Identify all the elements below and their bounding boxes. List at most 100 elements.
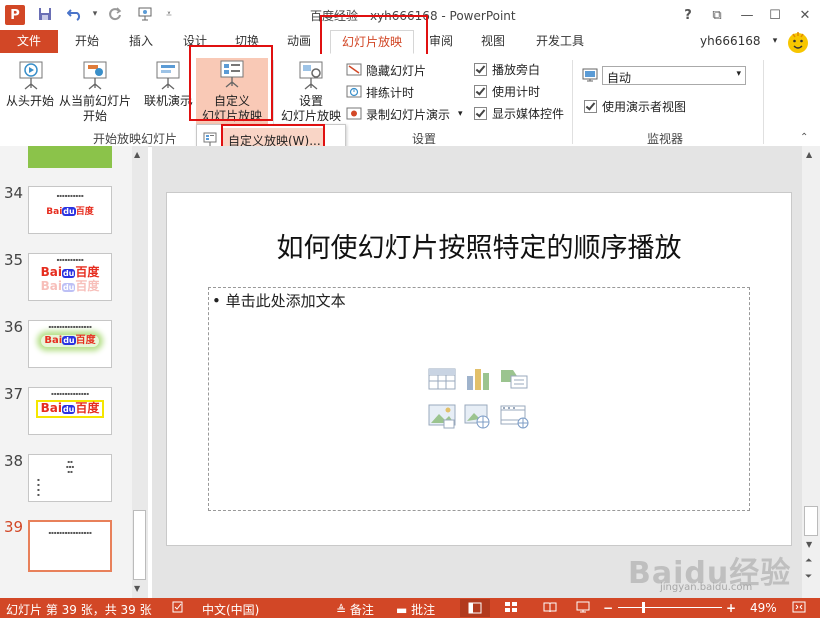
rehearse-timings-button[interactable]: 排练计时: [346, 83, 414, 101]
language-status[interactable]: 中文(中国): [202, 601, 259, 618]
undo-dropdown-icon[interactable]: ▾: [86, 5, 104, 23]
slide-number-selected: 39: [4, 518, 24, 536]
insert-chart-icon[interactable]: [464, 366, 492, 392]
collapse-ribbon-icon[interactable]: ⌃: [800, 132, 808, 143]
tab-home[interactable]: 开始: [64, 30, 110, 53]
slide-thumbnail-38[interactable]: ▪▪ ▪▪▪ ▪▪ ▪ ▪ ▪ ▪: [28, 454, 112, 502]
present-online-button[interactable]: 联机演示: [140, 58, 196, 126]
insert-picture-icon[interactable]: [428, 403, 456, 429]
zoom-in-icon[interactable]: +: [726, 601, 736, 615]
powerpoint-logo-icon[interactable]: P: [5, 5, 25, 25]
baidu-logo-icon: Baidu百度: [44, 335, 96, 346]
notes-button[interactable]: ≜ 备注: [336, 601, 374, 618]
use-timings-label: 使用计时: [492, 84, 541, 99]
zoom-slider[interactable]: [618, 607, 722, 608]
record-dropdown-icon[interactable]: ▾: [458, 109, 463, 119]
ribbon-display-options-icon[interactable]: ⧉: [706, 5, 728, 25]
fit-slide-to-window-icon[interactable]: [792, 601, 806, 616]
zoom-out-icon[interactable]: −: [603, 601, 613, 615]
save-icon[interactable]: [36, 5, 54, 23]
avatar[interactable]: [786, 30, 810, 54]
spell-check-icon[interactable]: [172, 601, 184, 616]
thumbnail-scroll-up-icon[interactable]: ▲: [134, 150, 140, 159]
slide-number: 34: [4, 184, 24, 202]
slide-title[interactable]: 如何使幻灯片按照特定的顺序播放: [166, 226, 792, 265]
maximize-icon[interactable]: ☐: [764, 5, 786, 25]
comments-label: 批注: [411, 603, 436, 617]
baidu-logo-icon: Baidu百度: [40, 401, 100, 415]
insert-online-picture-icon[interactable]: [464, 403, 492, 429]
tab-insert[interactable]: 插入: [118, 30, 164, 53]
monitor-select-value: 自动: [607, 71, 632, 85]
zoom-slider-thumb[interactable]: [642, 602, 645, 613]
slide-thumbnail-37[interactable]: ▪▪▪▪▪▪▪▪▪▪▪▪▪▪ Baidu百度: [28, 387, 112, 435]
slide-thumbnail-33-partial[interactable]: [28, 146, 112, 168]
main-scroll-up-icon[interactable]: ▲: [806, 150, 812, 159]
customize-qat-icon[interactable]: ⩡: [160, 5, 178, 23]
insert-table-icon[interactable]: [428, 367, 456, 391]
previous-slide-icon[interactable]: ⏶: [805, 556, 812, 566]
comments-button[interactable]: ▬ 批注: [396, 601, 435, 618]
zoom-level[interactable]: 49%: [750, 601, 777, 615]
baidu-logo-icon: Baidu百度: [46, 207, 94, 217]
insert-smartart-icon[interactable]: [499, 367, 529, 391]
presenter-view-checkbox[interactable]: 使用演示者视图: [584, 98, 686, 114]
main-scroll-thumb[interactable]: [804, 506, 818, 536]
account-name[interactable]: yh666168: [700, 30, 766, 53]
slide-show-view-icon[interactable]: [576, 601, 590, 616]
show-media-controls-check-icon: [474, 106, 487, 120]
record-slide-show-label: 录制幻灯片演示: [366, 107, 451, 122]
play-narrations-label: 播放旁白: [492, 62, 541, 77]
account-dropdown-icon[interactable]: ▾: [770, 30, 780, 53]
use-timings-checkbox[interactable]: 使用计时: [474, 83, 540, 99]
from-current-slide-button[interactable]: 从当前幻灯片 开始: [58, 58, 132, 126]
tab-view[interactable]: 视图: [470, 30, 516, 53]
baidu-watermark-url: jingyan.baidu.com: [660, 582, 753, 593]
thumbnail-scroll-down-icon[interactable]: ▼: [134, 584, 140, 593]
notes-icon: ≜: [336, 603, 347, 617]
main-scroll-down-icon[interactable]: ▼: [806, 540, 812, 549]
hide-slide-button[interactable]: 隐藏幻灯片: [346, 61, 426, 79]
ribbon-group-separator: [572, 60, 573, 144]
show-media-controls-label: 显示媒体控件: [492, 106, 565, 121]
normal-view-button[interactable]: [460, 599, 490, 617]
help-icon[interactable]: ?: [677, 5, 699, 25]
from-beginning-button[interactable]: 从头开始: [2, 58, 58, 126]
tab-file[interactable]: 文件: [0, 30, 58, 53]
undo-icon[interactable]: [66, 5, 84, 23]
record-slide-show-button[interactable]: 录制幻灯片演示 ▾: [346, 105, 463, 123]
comments-icon: ▬: [396, 603, 408, 617]
tab-animations[interactable]: 动画: [276, 30, 322, 53]
presenter-view-check-icon: [584, 99, 597, 113]
next-slide-icon[interactable]: ⏷: [805, 572, 812, 582]
slide-number: 36: [4, 318, 24, 336]
slide-thumbnail-36[interactable]: ▪▪▪▪▪▪▪▪▪▪▪▪▪▪▪▪ Baidu百度: [28, 320, 112, 368]
monitor-icon: [582, 67, 598, 83]
monitor-select[interactable]: 自动 ▾: [602, 66, 746, 85]
slide-thumbnail-34[interactable]: ▪▪▪▪▪▪▪▪▪▪ Baidu百度: [28, 186, 112, 234]
insert-video-icon[interactable]: [500, 403, 530, 429]
notes-label: 备注: [349, 603, 374, 617]
setup-slide-show-label-line1: 设置: [298, 94, 323, 108]
slide-sorter-view-icon[interactable]: [504, 601, 518, 616]
start-from-beginning-qat-icon[interactable]: [136, 5, 154, 23]
presenter-view-label: 使用演示者视图: [602, 99, 687, 114]
close-icon[interactable]: ✕: [794, 5, 816, 25]
slide-thumbnail-39-selected[interactable]: ▪▪▪▪▪▪▪▪▪▪▪▪▪▪▪▪: [28, 520, 112, 572]
play-narrations-checkbox[interactable]: 播放旁白: [474, 61, 540, 77]
reading-view-icon[interactable]: [543, 601, 557, 616]
slide-thumbnail-35[interactable]: ▪▪▪▪▪▪▪▪▪▪ Baidu百度 Baidu百度: [28, 253, 112, 301]
slide-number: 35: [4, 251, 24, 269]
content-placeholder-text[interactable]: • 单击此处添加文本: [212, 290, 346, 311]
thumbnail-scroll-thumb[interactable]: [133, 510, 146, 580]
hide-slide-label: 隐藏幻灯片: [366, 63, 427, 78]
show-media-controls-checkbox[interactable]: 显示媒体控件: [474, 105, 564, 121]
slide-number: 38: [4, 452, 24, 470]
content-placeholder[interactable]: [208, 287, 750, 511]
minimize-icon[interactable]: —: [736, 5, 758, 25]
redo-icon[interactable]: [106, 5, 124, 23]
tab-developer[interactable]: 开发工具: [526, 30, 594, 53]
setup-slide-show-label-line2: 幻灯片放映: [280, 109, 341, 123]
setup-slide-show-button[interactable]: 设置 幻灯片放映: [278, 58, 344, 126]
from-current-slide-label-line1: 从当前幻灯片: [58, 94, 131, 108]
